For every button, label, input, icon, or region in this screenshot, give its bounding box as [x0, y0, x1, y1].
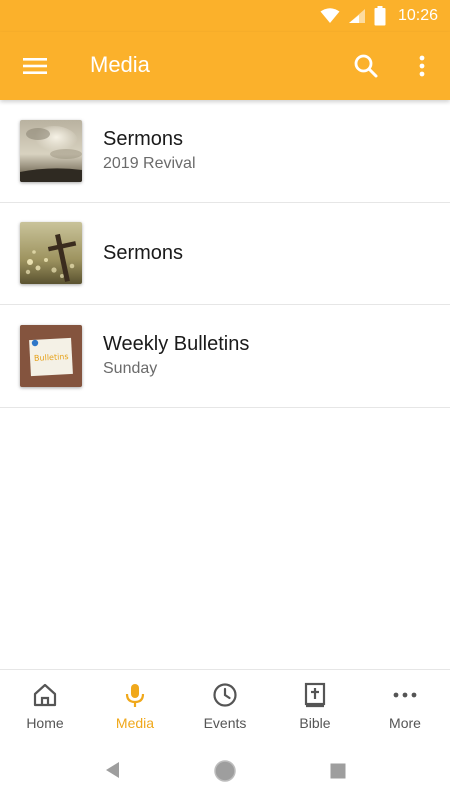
status-time: 10:26	[397, 7, 438, 24]
bulletins-note-thumbnail: Bulletins	[20, 324, 82, 387]
item-subtitle: 2019 Revival	[103, 155, 196, 173]
nav-label-events: Events	[203, 715, 247, 731]
list-item[interactable]: Sermons 2019 Revival	[0, 100, 450, 203]
search-button[interactable]	[352, 52, 380, 80]
clouds-sky-thumbnail	[20, 119, 82, 182]
nav-item-home[interactable]: Home	[0, 670, 90, 741]
nav-item-more[interactable]: More	[360, 670, 450, 741]
battery-icon	[374, 6, 386, 26]
home-icon	[33, 683, 57, 707]
bible-icon	[304, 682, 326, 708]
more-vertical-icon	[419, 55, 425, 77]
list-item[interactable]: Sermons	[0, 203, 450, 305]
page-title: Media	[90, 52, 150, 77]
cross-sunset-thumbnail	[20, 222, 82, 285]
nav-label-bible: Bible	[299, 715, 331, 731]
nav-label-home: Home	[26, 715, 64, 731]
menu-button[interactable]	[20, 52, 50, 80]
back-icon[interactable]	[103, 760, 121, 780]
nav-label-more: More	[389, 715, 421, 731]
recents-icon[interactable]	[329, 762, 347, 780]
app-bar: Media	[0, 32, 450, 100]
menu-icon	[23, 58, 47, 74]
cell-signal-icon	[348, 9, 365, 23]
search-icon	[354, 54, 378, 78]
wifi-icon	[320, 8, 340, 23]
list-item[interactable]: Bulletins Weekly Bulletins Sunday	[0, 305, 450, 408]
nav-item-media[interactable]: Media	[90, 670, 180, 741]
overflow-menu-button[interactable]	[410, 52, 434, 80]
microphone-icon	[125, 684, 145, 707]
item-title: Weekly Bulletins	[103, 333, 250, 356]
item-subtitle: Sunday	[103, 360, 158, 378]
thumbnail-text: Bulletins	[34, 352, 69, 363]
more-horizontal-icon	[393, 692, 417, 698]
item-title: Sermons	[103, 128, 184, 151]
nav-item-events[interactable]: Events	[180, 670, 270, 741]
item-title: Sermons	[103, 242, 184, 265]
status-bar: 10:26	[0, 0, 450, 32]
clock-icon	[213, 683, 237, 707]
nav-label-media: Media	[115, 715, 155, 731]
media-list: Sermons 2019 Revival Sermons Bulletins W…	[0, 100, 450, 408]
bottom-navigation: Home Media Events Bible More	[0, 669, 450, 740]
nav-item-bible[interactable]: Bible	[270, 670, 360, 741]
system-navigation-bar	[0, 740, 450, 800]
home-circle-icon[interactable]	[213, 759, 237, 783]
